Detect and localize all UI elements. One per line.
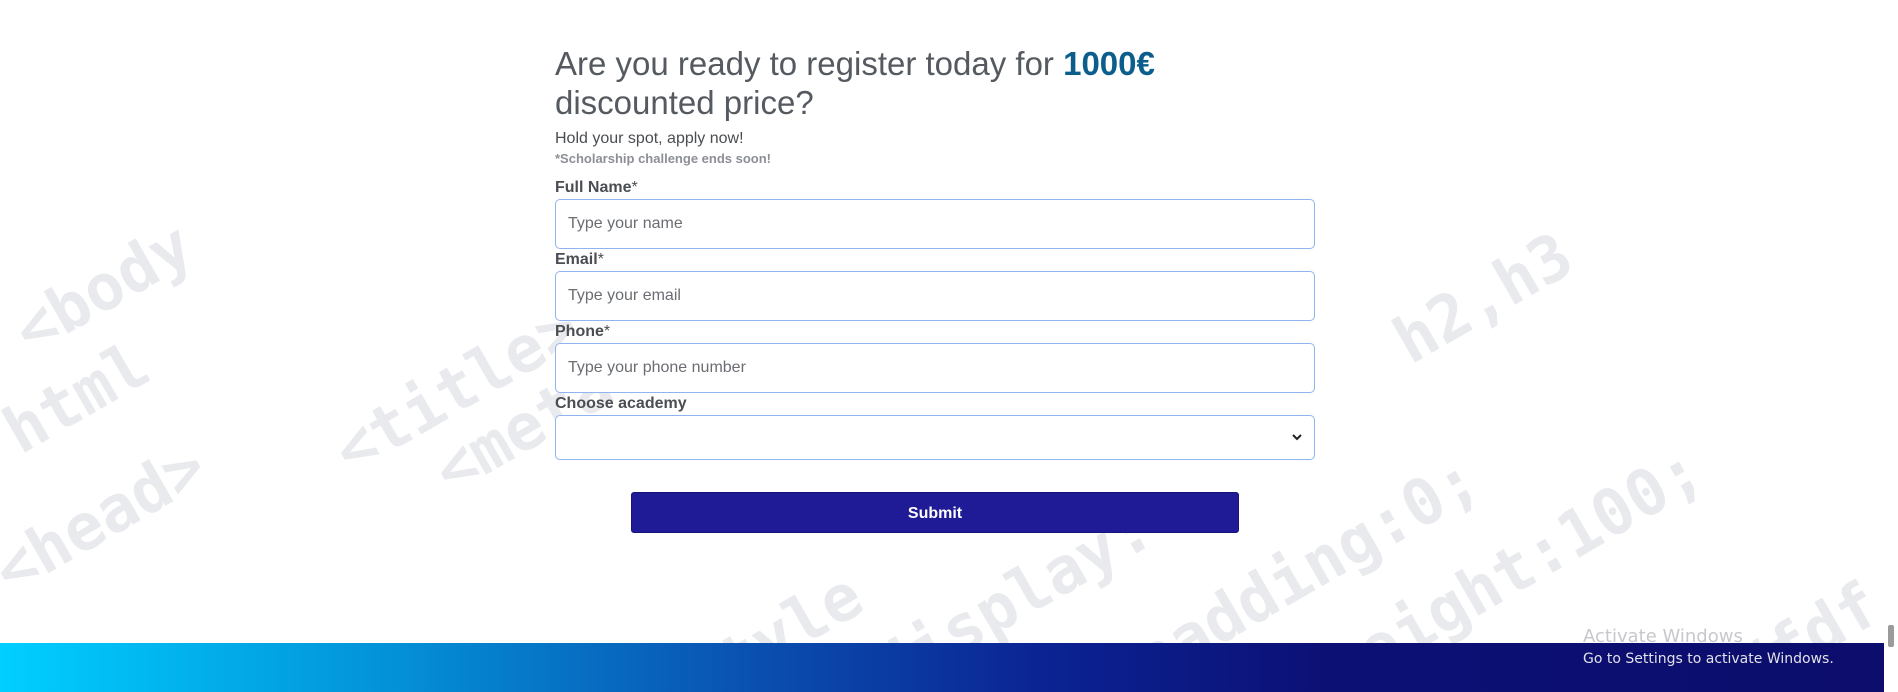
watermark-text: <title> <box>321 290 593 490</box>
discount-amount: 1000€ <box>1063 45 1155 82</box>
watermark-text: <body <box>1 208 206 370</box>
headline: Are you ready to register today for 1000… <box>555 44 1315 122</box>
email-label-text: Email <box>555 251 598 268</box>
academy-select[interactable] <box>555 415 1315 460</box>
email-input[interactable] <box>555 271 1315 321</box>
activate-hint: Go to Settings to activate Windows. <box>1583 651 1834 667</box>
registration-form: Are you ready to register today for 1000… <box>555 44 1315 533</box>
scrollbar-thumb[interactable] <box>1888 625 1894 647</box>
phone-label: Phone* <box>555 323 1315 341</box>
academy-label: Choose academy <box>555 395 687 412</box>
full-name-label-text: Full Name <box>555 179 632 196</box>
full-name-label: Full Name* <box>555 179 1315 197</box>
phone-input[interactable] <box>555 343 1315 393</box>
watermark-text: <head> <box>0 429 219 610</box>
watermark-text: padding:0; <box>1121 442 1493 643</box>
activate-title: Activate Windows <box>1583 626 1743 647</box>
chevron-down-icon <box>1292 434 1302 441</box>
page-scrollbar[interactable] <box>1884 0 1898 692</box>
required-mark: * <box>603 323 611 340</box>
email-label: Email* <box>555 251 1315 269</box>
watermark-text: height:100; <box>1311 433 1716 643</box>
headline-prefix: Are you ready to register today for <box>555 45 1064 82</box>
headline-suffix: discounted price? <box>555 84 814 121</box>
watermark-text: style <box>671 558 876 643</box>
full-name-input[interactable] <box>555 199 1315 249</box>
required-mark: * <box>631 179 638 196</box>
scholarship-note: *Scholarship challenge ends soon! <box>555 151 771 166</box>
watermark-text: html <box>0 327 162 470</box>
required-mark: * <box>597 251 604 268</box>
submit-button[interactable]: Submit <box>631 492 1239 533</box>
watermark-text: h2,h3 <box>1381 218 1586 380</box>
windows-activation-watermark: Activate Windows Go to Settings to activ… <box>1583 627 1834 668</box>
subtitle: Hold your spot, apply now! <box>555 130 744 147</box>
phone-label-text: Phone <box>555 323 604 340</box>
